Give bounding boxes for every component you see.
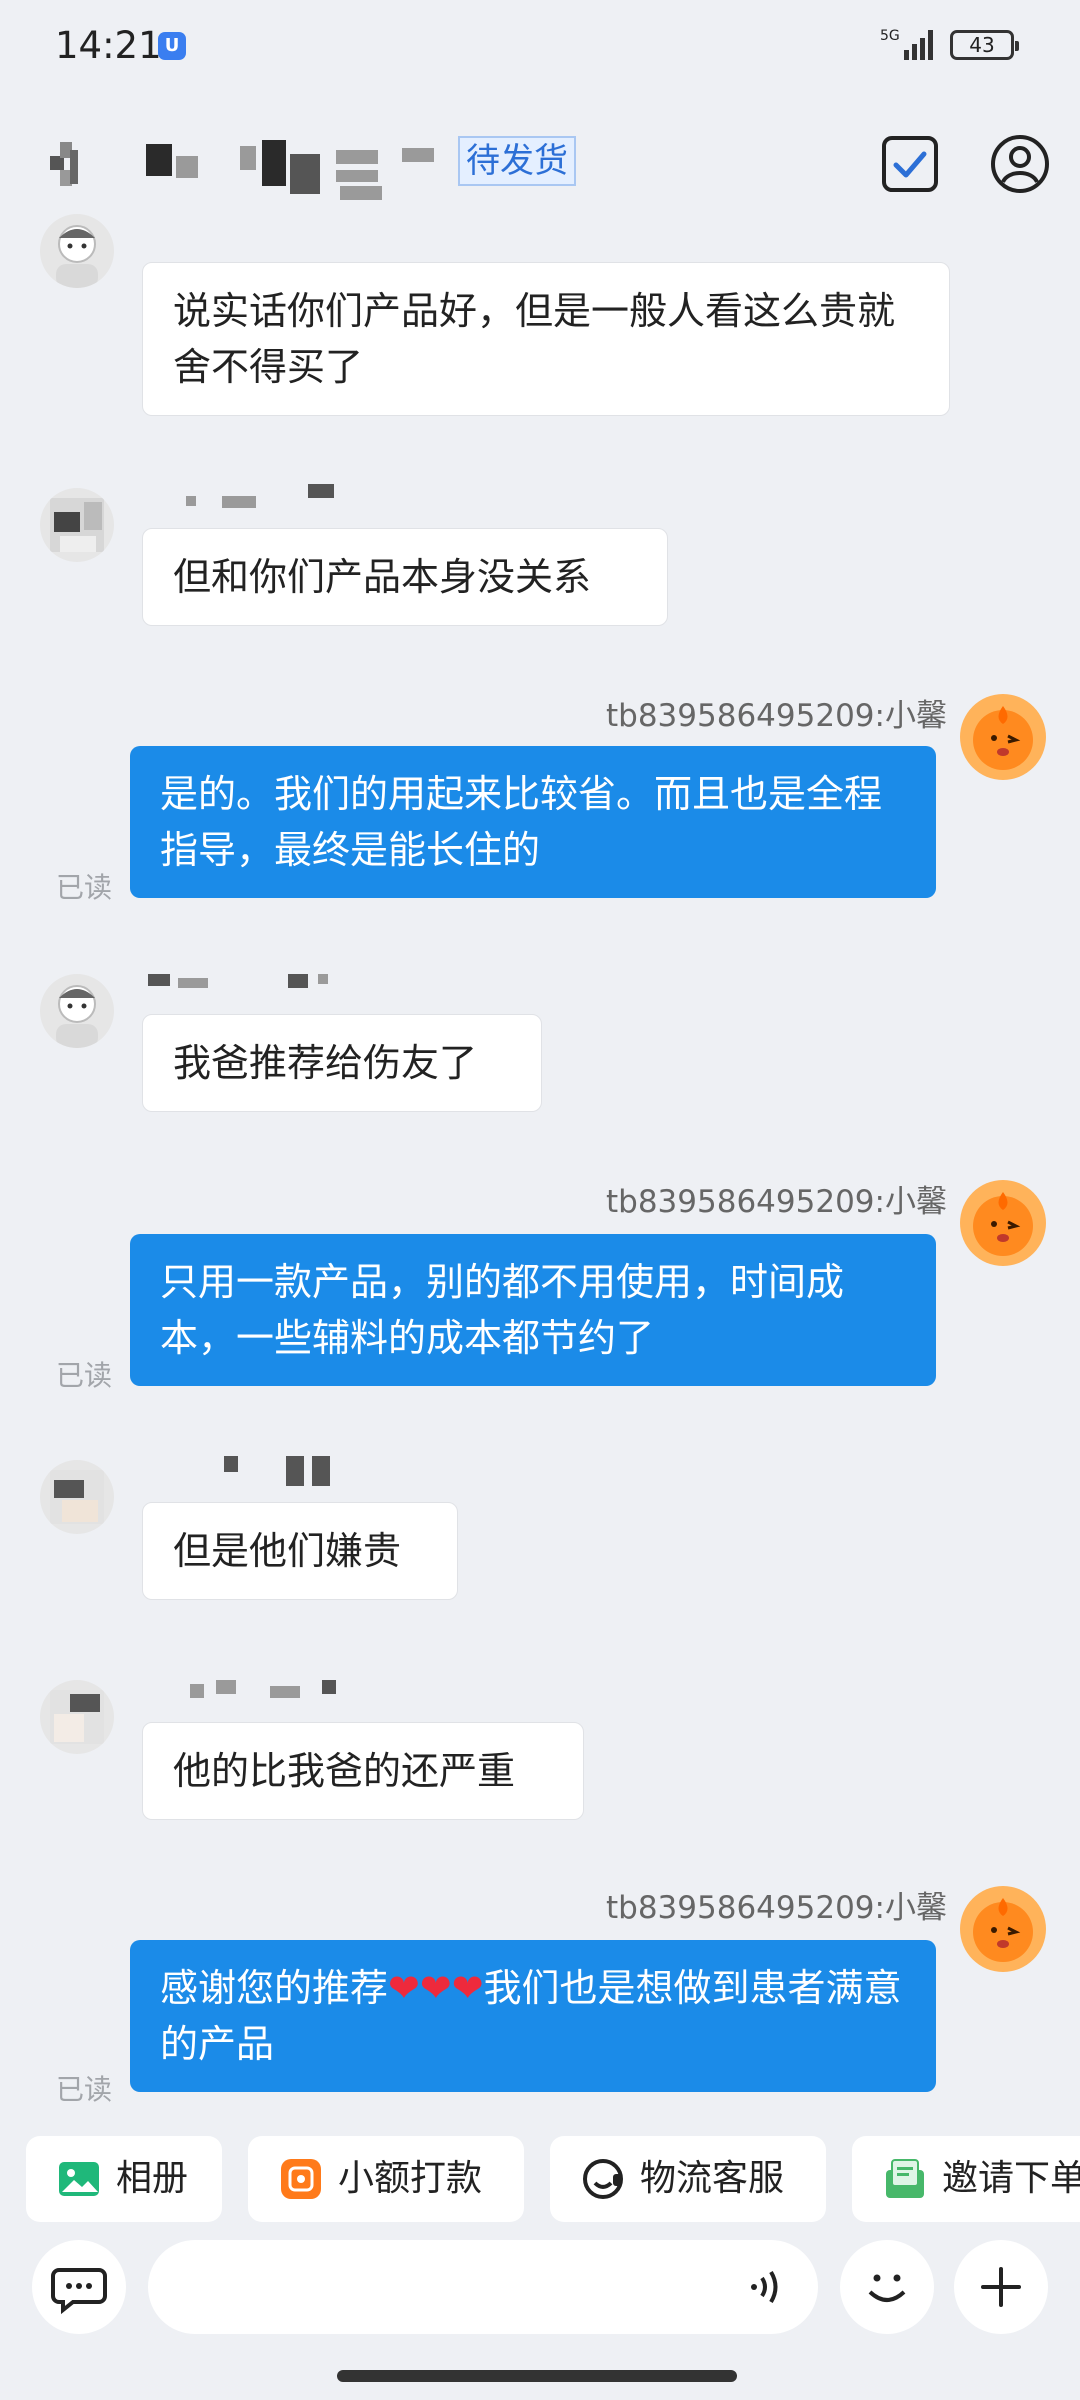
message-input-bar	[0, 2240, 1080, 2348]
message-text: 说实话你们产品好，但是一般人看这么贵就舍不得买了	[173, 289, 896, 389]
voice-input-icon[interactable]	[744, 2262, 794, 2312]
emoji-smile-icon	[868, 2274, 906, 2302]
read-receipt: 已读	[56, 2073, 113, 2106]
signal-icon: 5G	[880, 28, 933, 60]
status-time: 14:21	[55, 24, 162, 67]
message-text: 我爸推荐给伤友了	[173, 1041, 478, 1085]
message-text: 只用一款产品，别的都不用使用，时间成本，一些辅料的成本都节约了	[160, 1260, 845, 1360]
customer-avatar[interactable]	[40, 488, 114, 562]
message-text-start: 感谢您的推荐	[160, 1966, 389, 2010]
message-bubble-incoming[interactable]: 他的比我爸的还严重	[142, 1722, 584, 1820]
customer-avatar[interactable]	[40, 1680, 114, 1754]
quick-action-label: 相册	[116, 2158, 189, 2199]
back-arrow-icon[interactable]	[46, 136, 86, 198]
chat-bubble-icon	[51, 2268, 107, 2315]
home-indicator[interactable]	[337, 2370, 737, 2382]
network-label: 5G	[880, 28, 900, 44]
invite-order-icon	[886, 2159, 924, 2198]
quick-action-invite-order[interactable]: 邀请下单	[852, 2136, 1080, 2222]
chat-menu-button[interactable]	[32, 2240, 126, 2334]
photo-album-icon	[59, 2162, 99, 2196]
quick-action-label: 小额打款	[338, 2158, 483, 2199]
quick-action-label: 物流客服	[640, 2158, 785, 2199]
quick-action-logistics-service[interactable]: 物流客服	[550, 2136, 826, 2222]
message-bubble-incoming[interactable]: 但是他们嫌贵	[142, 1502, 458, 1600]
plus-icon	[981, 2267, 1021, 2307]
emoji-button[interactable]	[840, 2240, 934, 2334]
message-bubble-outgoing[interactable]: 是的。我们的用起来比较省。而且也是全程指导，最终是能长住的	[130, 746, 936, 898]
agent-sender-label: tb839586495209:小馨	[606, 1890, 947, 1926]
chat-header: 待发货	[0, 110, 1080, 220]
message-text: 是的。我们的用起来比较省。而且也是全程指导，最终是能长住的	[160, 772, 883, 872]
logistics-service-icon	[583, 2159, 623, 2199]
message-text: 他的比我爸的还严重	[173, 1749, 516, 1793]
message-text-input[interactable]	[148, 2240, 818, 2334]
customer-avatar[interactable]	[40, 214, 114, 288]
more-actions-button[interactable]	[954, 2240, 1048, 2334]
message-bubble-outgoing[interactable]: 感谢您的推荐❤❤❤我们也是想做到患者满意的产品	[130, 1940, 936, 2092]
message-bubble-incoming[interactable]: 我爸推荐给伤友了	[142, 1014, 542, 1112]
quick-action-small-payment[interactable]: 小额打款	[248, 2136, 524, 2222]
quick-action-label: 邀请下单	[942, 2158, 1080, 2199]
message-text: 但是他们嫌贵	[173, 1529, 402, 1573]
quick-action-photo-album[interactable]: 相册	[26, 2136, 222, 2222]
agent-avatar[interactable]	[960, 694, 1046, 780]
read-receipt: 已读	[56, 1359, 113, 1392]
message-text: 但和你们产品本身没关系	[173, 555, 592, 599]
agent-avatar[interactable]	[960, 1886, 1046, 1972]
agent-sender-label: tb839586495209:小馨	[606, 1184, 947, 1220]
small-payment-icon	[281, 2159, 321, 2199]
agent-avatar[interactable]	[960, 1180, 1046, 1266]
customer-avatar[interactable]	[40, 974, 114, 1048]
battery-icon: 43	[950, 30, 1019, 60]
customer-avatar[interactable]	[40, 1460, 114, 1534]
order-status-tag[interactable]: 待发货	[458, 136, 576, 186]
user-profile-icon[interactable]	[988, 132, 1052, 196]
status-bar: 14:21 U 5G 43	[0, 0, 1080, 92]
agent-sender-label: tb839586495209:小馨	[606, 698, 947, 734]
message-bubble-incoming[interactable]: 说实话你们产品好，但是一般人看这么贵就舍不得买了	[142, 262, 950, 416]
read-receipt: 已读	[56, 871, 113, 904]
message-bubble-incoming[interactable]: 但和你们产品本身没关系	[142, 528, 668, 626]
checklist-icon[interactable]	[878, 132, 942, 196]
heart-emoji-icon: ❤❤❤	[388, 1966, 484, 2010]
notification-badge-icon: U	[158, 32, 186, 60]
message-bubble-outgoing[interactable]: 只用一款产品，别的都不用使用，时间成本，一些辅料的成本都节约了	[130, 1234, 936, 1386]
